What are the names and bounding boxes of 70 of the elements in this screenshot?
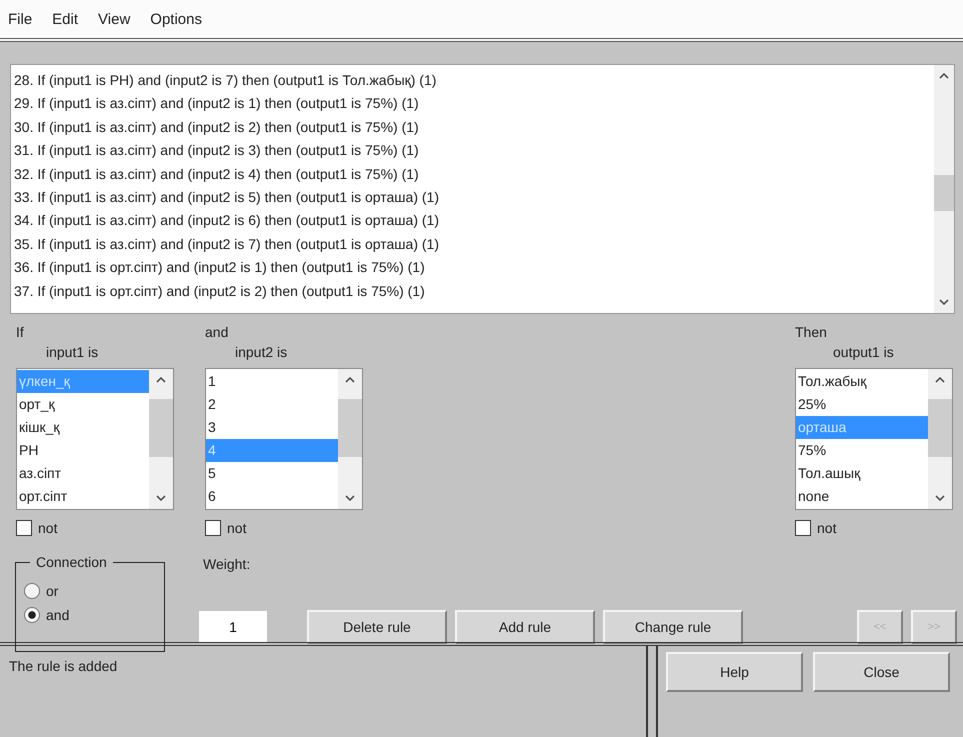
chevron-up-icon[interactable] [156,377,166,383]
menu-item[interactable]: Options [150,10,202,28]
list-item[interactable]: 3 [206,416,338,439]
section-label: Then [795,324,827,342]
chevron-down-icon[interactable] [939,299,949,305]
group-title: Connection [30,554,113,570]
list-item[interactable]: аз.сіпт [17,462,149,485]
chevron-up-icon[interactable] [939,73,949,79]
scroll-thumb[interactable] [338,399,362,457]
footer-button[interactable]: Help [666,652,803,692]
status-text: The rule is added [9,658,118,674]
menu-item[interactable]: View [98,10,130,28]
list-label: input2 is [235,344,288,362]
list-item[interactable]: орт.сіпт [17,485,149,508]
scrollbar[interactable] [338,369,362,509]
chevron-up-icon[interactable] [345,377,355,383]
radio-button[interactable] [24,583,40,599]
rule-line[interactable]: 35. If (input1 is аз.сіпт) and (input2 is 7) then (output1 is орташа) (1) [14,232,934,256]
chevron-down-icon[interactable] [345,495,355,501]
checkbox[interactable] [16,520,32,536]
list-item[interactable]: none [796,485,928,508]
list-item[interactable]: 25% [796,393,928,416]
rule-line[interactable]: 37. If (input1 is орт.сіпт) and (input2 is 2) then (output1 is 75%) (1) [14,280,934,304]
scroll-thumb[interactable] [149,399,173,457]
weight-field[interactable]: 1 [199,611,267,643]
rule-line[interactable]: 29. If (input1 is аз.сіпт) and (input2 is 1) then (output1 is 75%) (1) [14,92,934,116]
list-item[interactable]: 1 [206,370,338,393]
checkbox-label: not [227,520,246,536]
section-label: and [205,324,228,342]
chevron-up-icon[interactable] [935,377,945,383]
radio-label: and [46,607,70,623]
rule-button[interactable]: Delete rule [307,610,447,644]
rule-line[interactable]: 33. If (input1 is аз.сіпт) and (input2 is 5) then (output1 is орташа) (1) [14,186,934,210]
scrollbar[interactable] [149,369,173,509]
radio-button[interactable] [24,607,40,623]
rule-line[interactable]: 34. If (input1 is аз.сіпт) and (input2 is 6) then (output1 is орташа) (1) [14,209,934,233]
radio-label: or [46,583,58,599]
list-item[interactable]: 6 [206,485,338,508]
list-item[interactable]: Тол.жабық [796,370,928,393]
section-label: If [16,324,24,342]
list-item[interactable]: кішк_қ [17,416,149,439]
checkbox-label: not [817,520,836,536]
rule-line[interactable]: 30. If (input1 is аз.сіпт) and (input2 is 2) then (output1 is 75%) (1) [14,116,934,140]
list-item[interactable]: орт_қ [17,393,149,416]
rule-button[interactable]: Change rule [603,610,743,644]
footer-button[interactable]: Close [813,652,950,692]
chevron-down-icon[interactable] [935,495,945,501]
checkbox[interactable] [205,520,221,536]
rule-line[interactable]: 32. If (input1 is аз.сіпт) and (input2 is 4) then (output1 is 75%) (1) [14,162,934,186]
rule-line[interactable]: 36. If (input1 is орт.сіпт) and (input2 is 1) then (output1 is 75%) (1) [14,256,934,280]
chevron-down-icon[interactable] [156,495,166,501]
list-item[interactable]: Тол.ашық [796,462,928,485]
checkbox-label: not [38,520,58,536]
rule-line[interactable]: 28. If (input1 is PH) and (input2 is 7) then (output1 is Тол.жабық) (1) [14,69,934,92]
scroll-thumb[interactable] [934,174,954,212]
list-item[interactable]: 75% [796,439,928,462]
list-item[interactable]: 2 [206,393,338,416]
weight-label: Weight: [203,556,250,572]
scrollbar[interactable] [934,65,954,313]
checkbox[interactable] [795,520,811,536]
menu-item[interactable]: File [8,10,32,28]
rule-line[interactable]: 31. If (input1 is аз.сіпт) and (input2 is 3) then (output1 is 75%) (1) [14,139,934,163]
list-item[interactable]: 5 [206,462,338,485]
rule-button[interactable]: Add rule [455,610,595,644]
list-label: output1 is [833,344,894,362]
list-label: input1 is [46,344,98,362]
list-item[interactable]: PH [17,439,149,462]
scrollbar[interactable] [928,369,952,509]
scroll-thumb[interactable] [928,399,952,457]
menu-item[interactable]: Edit [52,10,78,28]
